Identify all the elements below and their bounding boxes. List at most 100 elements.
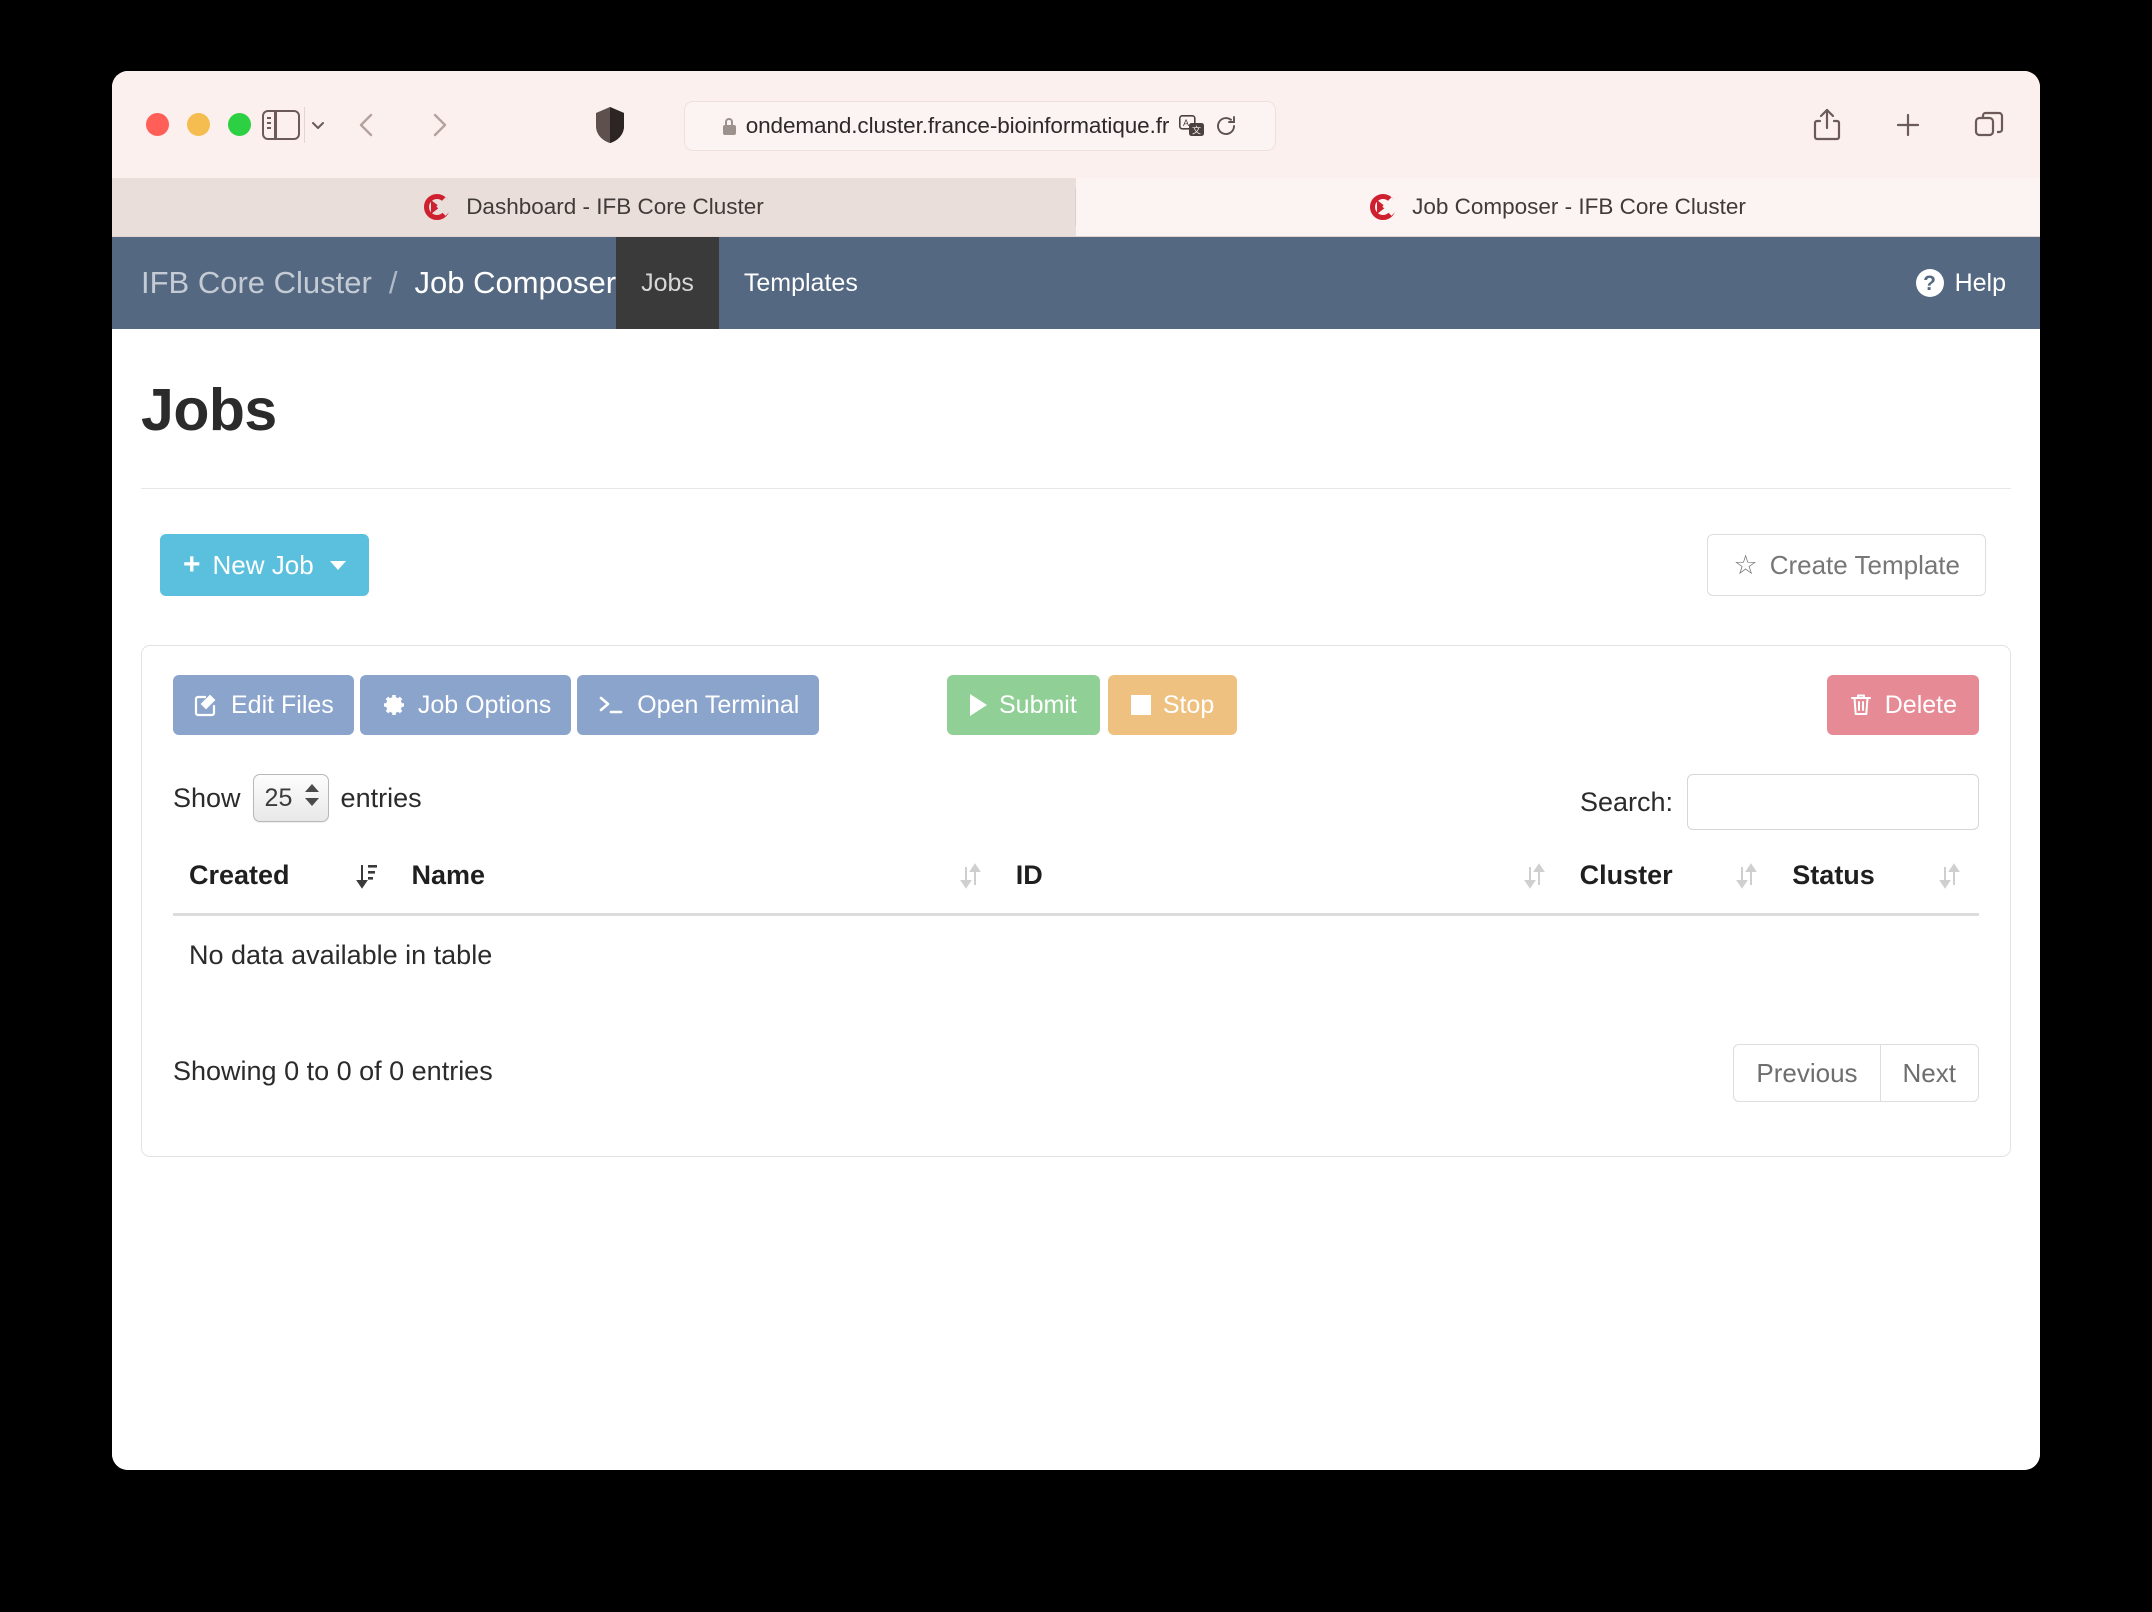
page-length-select[interactable]: 25 — [252, 774, 329, 822]
search-label: Search: — [1579, 786, 1673, 817]
file-action-button-group: Edit Files Job Options Open Terminal — [173, 675, 820, 735]
create-template-label: Create Template — [1769, 549, 1960, 580]
datatable-info: Showing 0 to 0 of 0 entries — [173, 1056, 493, 1086]
open-terminal-button[interactable]: Open Terminal — [577, 675, 820, 735]
entries-label: entries — [340, 782, 422, 813]
nav-item-templates[interactable]: Templates — [719, 237, 883, 329]
maximize-window-button[interactable] — [228, 113, 251, 136]
column-label: Created — [189, 860, 290, 890]
sort-both-icon — [1523, 861, 1546, 891]
submit-label: Submit — [999, 690, 1077, 719]
stop-label: Stop — [1162, 690, 1215, 719]
column-label: ID — [1015, 860, 1043, 890]
nav-item-jobs[interactable]: Jobs — [616, 237, 719, 329]
toolbar-right-actions — [1810, 107, 2006, 143]
column-header-name[interactable]: Name — [395, 860, 1000, 916]
browser-tab-job-composer[interactable]: Job Composer - IFB Core Cluster — [1076, 178, 2040, 236]
sort-desc-icon — [355, 861, 378, 891]
play-icon — [970, 694, 987, 716]
caret-down-icon — [329, 560, 346, 570]
jobs-table-head: Created Name ID Cluster Status — [173, 860, 1979, 916]
column-label: Name — [411, 860, 486, 890]
new-job-label: New Job — [212, 549, 314, 580]
column-header-created[interactable]: Created — [173, 860, 396, 916]
browser-window: ondemand.cluster.france-bioinformatique.… — [112, 71, 2040, 1470]
sort-both-icon — [1736, 861, 1758, 891]
open-ondemand-logo-icon — [424, 194, 455, 220]
datatable-controls: Show 25 entries Search: — [173, 774, 1979, 834]
column-header-id[interactable]: ID — [999, 860, 1564, 916]
delete-button[interactable]: Delete — [1826, 675, 1979, 735]
browser-tab-dashboard[interactable]: Dashboard - IFB Core Cluster — [112, 178, 1076, 236]
edit-files-button[interactable]: Edit Files — [173, 675, 354, 735]
page-length-value: 25 — [264, 784, 293, 812]
browser-tab-title: Dashboard - IFB Core Cluster — [466, 194, 764, 219]
submit-button[interactable]: Submit — [947, 675, 1100, 735]
reload-icon[interactable] — [1215, 114, 1237, 138]
search-input[interactable] — [1687, 774, 1979, 830]
show-label: Show — [173, 782, 241, 813]
table-header-row: Created Name ID Cluster Status — [173, 860, 1979, 916]
job-options-button[interactable]: Job Options — [359, 675, 572, 735]
delete-label: Delete — [1884, 690, 1957, 719]
column-header-status[interactable]: Status — [1776, 860, 1979, 916]
forward-button[interactable] — [424, 109, 454, 141]
previous-page-button[interactable]: Previous — [1733, 1044, 1880, 1102]
jobs-toolbar: Edit Files Job Options Open Terminal Sub… — [173, 675, 1979, 735]
help-label: Help — [1954, 268, 2006, 297]
tab-overview-icon[interactable] — [1972, 107, 2006, 143]
sidebar-toggle-icon[interactable] — [262, 110, 300, 140]
svg-text:文: 文 — [1192, 125, 1201, 136]
close-window-button[interactable] — [146, 113, 169, 136]
browser-toolbar: ondemand.cluster.france-bioinformatique.… — [112, 71, 2040, 178]
page-title: Jobs — [141, 377, 277, 443]
privacy-shield-icon[interactable] — [595, 106, 625, 144]
minimize-window-button[interactable] — [187, 113, 210, 136]
edit-pencil-icon — [193, 692, 219, 718]
new-tab-icon[interactable] — [1891, 107, 1925, 143]
nav-item-label: Templates — [743, 268, 858, 297]
window-traffic-lights — [146, 113, 251, 136]
pagination: Previous Next — [1733, 1044, 1979, 1102]
plus-icon: + — [183, 548, 201, 581]
share-icon[interactable] — [1810, 107, 1844, 143]
browser-tab-title: Job Composer - IFB Core Cluster — [1412, 194, 1746, 219]
brand-breadcrumb[interactable]: IFB Core Cluster / Job Composer — [112, 237, 616, 329]
column-label: Cluster — [1579, 860, 1673, 890]
back-button[interactable] — [352, 109, 382, 141]
search-control: Search: — [1580, 774, 1979, 830]
job-control-button-group: Submit Stop — [947, 675, 1238, 735]
chevron-down-icon[interactable] — [310, 117, 326, 133]
job-options-label: Job Options — [417, 690, 552, 719]
next-page-button[interactable]: Next — [1879, 1044, 1979, 1102]
lock-icon — [722, 117, 736, 135]
address-bar[interactable]: ondemand.cluster.france-bioinformatique.… — [684, 101, 1276, 151]
app-navbar: IFB Core Cluster / Job Composer Jobs Tem… — [112, 237, 2040, 329]
stop-button[interactable]: Stop — [1107, 675, 1238, 735]
star-icon: ☆ — [1733, 549, 1758, 580]
jobs-panel: Edit Files Job Options Open Terminal Sub… — [141, 645, 2011, 1157]
table-empty-row: No data available in table — [173, 915, 1979, 972]
new-job-button[interactable]: + New Job — [160, 534, 369, 596]
stop-square-icon — [1130, 695, 1151, 715]
jobs-table: Created Name ID Cluster Status No data a… — [173, 860, 1979, 971]
translate-icon[interactable]: A 文 — [1179, 115, 1205, 137]
stepper-arrows-icon — [304, 784, 319, 814]
trash-icon — [1849, 692, 1873, 718]
url-text: ondemand.cluster.france-bioinformatique.… — [745, 113, 1170, 138]
jobs-table-body: No data available in table — [173, 915, 1979, 972]
action-row: + New Job ☆ Create Template — [141, 534, 2011, 596]
page-content: Jobs + New Job ☆ Create Template Edit Fi… — [112, 329, 2040, 1470]
create-template-button[interactable]: ☆ Create Template — [1707, 534, 1986, 596]
terminal-prompt-icon — [597, 692, 625, 718]
gear-icon — [380, 692, 406, 718]
nav-item-label: Jobs — [641, 268, 694, 297]
screen: ondemand.cluster.france-bioinformatique.… — [0, 0, 2152, 1612]
sort-both-icon — [959, 861, 982, 891]
brand-separator: / — [388, 265, 398, 300]
svg-text:A: A — [1183, 118, 1189, 128]
toolbar-divider — [304, 107, 305, 143]
help-link[interactable]: ? Help — [1915, 237, 2040, 329]
column-header-cluster[interactable]: Cluster — [1563, 860, 1777, 916]
brand-app-label: Job Composer — [414, 265, 617, 300]
